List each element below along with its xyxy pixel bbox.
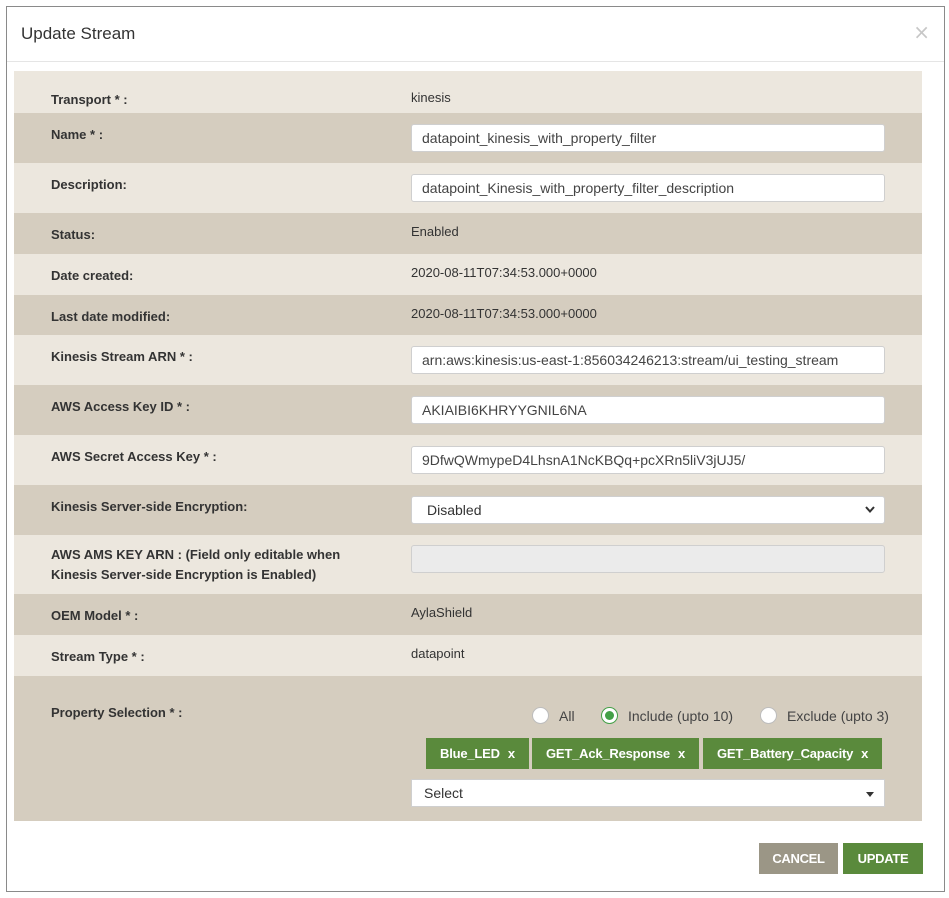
property-mode-radio-group: All Include (upto 10) Exclude (upto 3) — [14, 707, 922, 729]
status-value: Enabled — [411, 224, 459, 239]
row-encryption: Kinesis Server-side Encryption: Disabled — [14, 485, 922, 535]
name-input[interactable]: datapoint_kinesis_with_property_filter — [411, 124, 885, 152]
row-description: Description: datapoint_Kinesis_with_prop… — [14, 163, 922, 213]
row-ams-key: AWS AMS KEY ARN : (Field only editable w… — [14, 535, 922, 594]
row-stream-type: Stream Type * : datapoint — [14, 635, 922, 676]
modal-title: Update Stream — [21, 24, 136, 43]
chip-label: GET_Ack_Response — [546, 746, 670, 761]
radio-exclude[interactable]: Exclude (upto 3) — [760, 707, 889, 724]
last-modified-label: Last date modified: — [51, 309, 171, 324]
row-name: Name * : datapoint_kinesis_with_property… — [14, 113, 922, 163]
encryption-select[interactable]: Disabled — [411, 496, 885, 524]
radio-exclude-circle[interactable] — [760, 707, 777, 724]
radio-all[interactable]: All — [532, 707, 575, 724]
stream-type-label: Stream Type * : — [51, 649, 145, 664]
stream-form: Transport * : kinesis Name * : datapoint… — [14, 71, 922, 821]
ams-key-label-line1: AWS AMS KEY ARN : (Field only editable w… — [51, 547, 341, 562]
transport-label: Transport * : — [51, 92, 128, 107]
row-secret-key: AWS Secret Access Key * : 9DfwQWmypeD4Lh… — [14, 435, 922, 485]
kinesis-arn-input[interactable]: arn:aws:kinesis:us-east-1:856034246213:s… — [411, 346, 885, 374]
row-kinesis-arn: Kinesis Stream ARN * : arn:aws:kinesis:u… — [14, 335, 922, 385]
ams-key-label-line2: Kinesis Server-side Encryption is Enable… — [51, 567, 317, 582]
caret-down-icon — [866, 792, 874, 797]
radio-all-label: All — [559, 707, 575, 724]
encryption-label: Kinesis Server-side Encryption: — [51, 499, 248, 514]
chip-label: Blue_LED — [440, 746, 500, 761]
chip-remove-button[interactable]: x — [508, 746, 515, 761]
access-key-label: AWS Access Key ID * : — [51, 399, 190, 414]
secret-key-input[interactable]: 9DfwQWmypeD4LhsnA1NcKBQq+pcXRn5liV3jUJ5/ — [411, 446, 885, 474]
oem-model-value: AylaShield — [411, 605, 473, 620]
row-status: Status: Enabled — [14, 213, 922, 254]
radio-exclude-label: Exclude (upto 3) — [787, 707, 889, 724]
encryption-select-value: Disabled — [427, 502, 482, 518]
name-label: Name * : — [51, 127, 104, 142]
row-date-created: Date created: 2020-08-11T07:34:53.000+00… — [14, 254, 922, 295]
row-last-modified: Last date modified: 2020-08-11T07:34:53.… — [14, 295, 922, 335]
description-input[interactable]: datapoint_Kinesis_with_property_filter_d… — [411, 174, 885, 202]
chip-remove-button[interactable]: x — [678, 746, 685, 761]
row-property-selection: Property Selection * : All Include (upto… — [14, 676, 922, 821]
secret-key-label: AWS Secret Access Key * : — [51, 449, 217, 464]
property-select[interactable]: Select — [411, 779, 885, 807]
update-button[interactable]: UPDATE — [843, 843, 923, 874]
cancel-button[interactable]: CANCEL — [759, 843, 838, 874]
kinesis-arn-label: Kinesis Stream ARN * : — [51, 349, 193, 364]
close-icon[interactable]: × — [913, 20, 930, 44]
access-key-input[interactable]: AKIAIBI6KHRYYGNIL6NA — [411, 396, 885, 424]
status-label: Status: — [51, 227, 96, 242]
ams-key-input — [411, 545, 885, 573]
date-created-label: Date created: — [51, 268, 134, 283]
stream-type-value: datapoint — [411, 646, 465, 661]
radio-all-circle[interactable] — [532, 707, 549, 724]
date-created-value: 2020-08-11T07:34:53.000+0000 — [411, 265, 597, 280]
property-select-value: Select — [424, 785, 463, 801]
chip-label: GET_Battery_Capacity — [717, 746, 854, 761]
chip-remove-button[interactable]: x — [861, 746, 868, 761]
chevron-down-icon — [864, 497, 876, 532]
row-oem-model: OEM Model * : AylaShield — [14, 594, 922, 635]
last-modified-value: 2020-08-11T07:34:53.000+0000 — [411, 306, 597, 321]
radio-include-label: Include (upto 10) — [628, 707, 734, 724]
row-transport: Transport * : kinesis — [14, 71, 922, 113]
chip-blue-led: Blue_LED x — [426, 738, 529, 769]
description-label: Description: — [51, 177, 127, 192]
radio-include-circle[interactable] — [601, 707, 618, 724]
chip-get-ack-response: GET_Ack_Response x — [532, 738, 699, 769]
radio-include[interactable]: Include (upto 10) — [601, 707, 733, 724]
oem-model-label: OEM Model * : — [51, 608, 139, 623]
chip-get-battery-capacity: GET_Battery_Capacity x — [703, 738, 883, 769]
transport-value: kinesis — [411, 90, 451, 105]
modal-header: Update Stream × — [7, 7, 944, 62]
row-access-key: AWS Access Key ID * : AKIAIBI6KHRYYGNIL6… — [14, 385, 922, 435]
